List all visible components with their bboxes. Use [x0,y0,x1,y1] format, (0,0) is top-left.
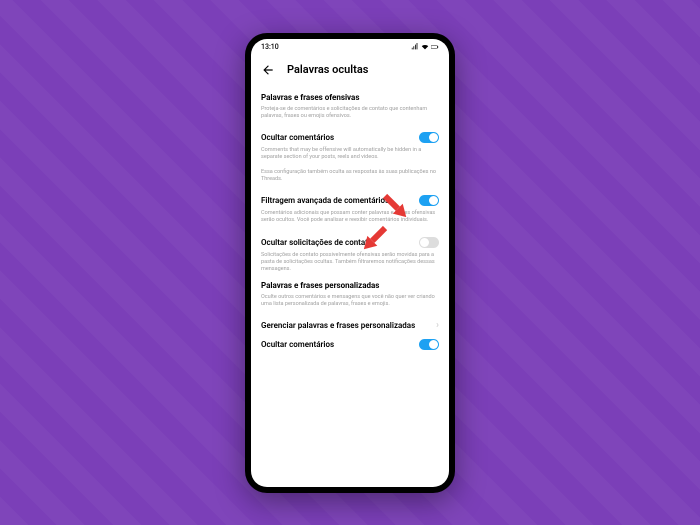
hide-comments-2-label: Ocultar comentários [261,340,419,349]
hide-comments-2-toggle[interactable] [419,339,439,350]
advanced-filter-desc: Comentários adicionais que possam conter… [261,210,439,224]
row-manage-words[interactable]: Gerenciar palavras e frases personalizad… [261,316,439,335]
phone-frame: 13:10 Palavras ocultas Palavras e frases… [245,33,455,493]
hide-comments-desc: Comments that may be offensive will auto… [261,147,439,161]
section-custom-title: Palavras e frases personalizadas [261,281,439,290]
content: Palavras e frases ofensivas Proteja-se d… [251,87,449,487]
hide-requests-label: Ocultar solicitações de contato [261,238,419,247]
section-offensive-desc: Proteja-se de comentários e solicitações… [261,106,439,120]
row-hide-requests: Ocultar solicitações de contato [261,233,439,252]
hide-requests-desc: Solicitações de contato possivelmente of… [261,252,439,273]
wifi-icon [421,43,429,51]
battery-icon [431,43,439,51]
status-time: 13:10 [261,43,279,51]
manage-words-label: Gerenciar palavras e frases personalizad… [261,321,436,330]
status-bar: 13:10 [251,39,449,55]
row-advanced-filter: Filtragem avançada de comentários [261,191,439,210]
chevron-right-icon: › [436,320,439,331]
hide-comments-desc2: Essa configuração também oculta as respo… [261,169,439,183]
section-custom-desc: Oculte outros comentários e mensagens qu… [261,294,439,308]
section-offensive-title: Palavras e frases ofensivas [261,93,439,102]
page-title: Palavras ocultas [287,63,368,76]
hide-comments-label: Ocultar comentários [261,133,419,142]
header: Palavras ocultas [251,55,449,87]
advanced-filter-toggle[interactable] [419,195,439,206]
hide-comments-toggle[interactable] [419,132,439,143]
back-arrow-icon[interactable] [261,63,275,77]
row-hide-comments: Ocultar comentários [261,128,439,147]
signal-icon [411,43,419,51]
hide-requests-toggle[interactable] [419,237,439,248]
row-hide-comments-2: Ocultar comentários [261,335,439,354]
status-icons [411,43,439,51]
screen: 13:10 Palavras ocultas Palavras e frases… [251,39,449,487]
